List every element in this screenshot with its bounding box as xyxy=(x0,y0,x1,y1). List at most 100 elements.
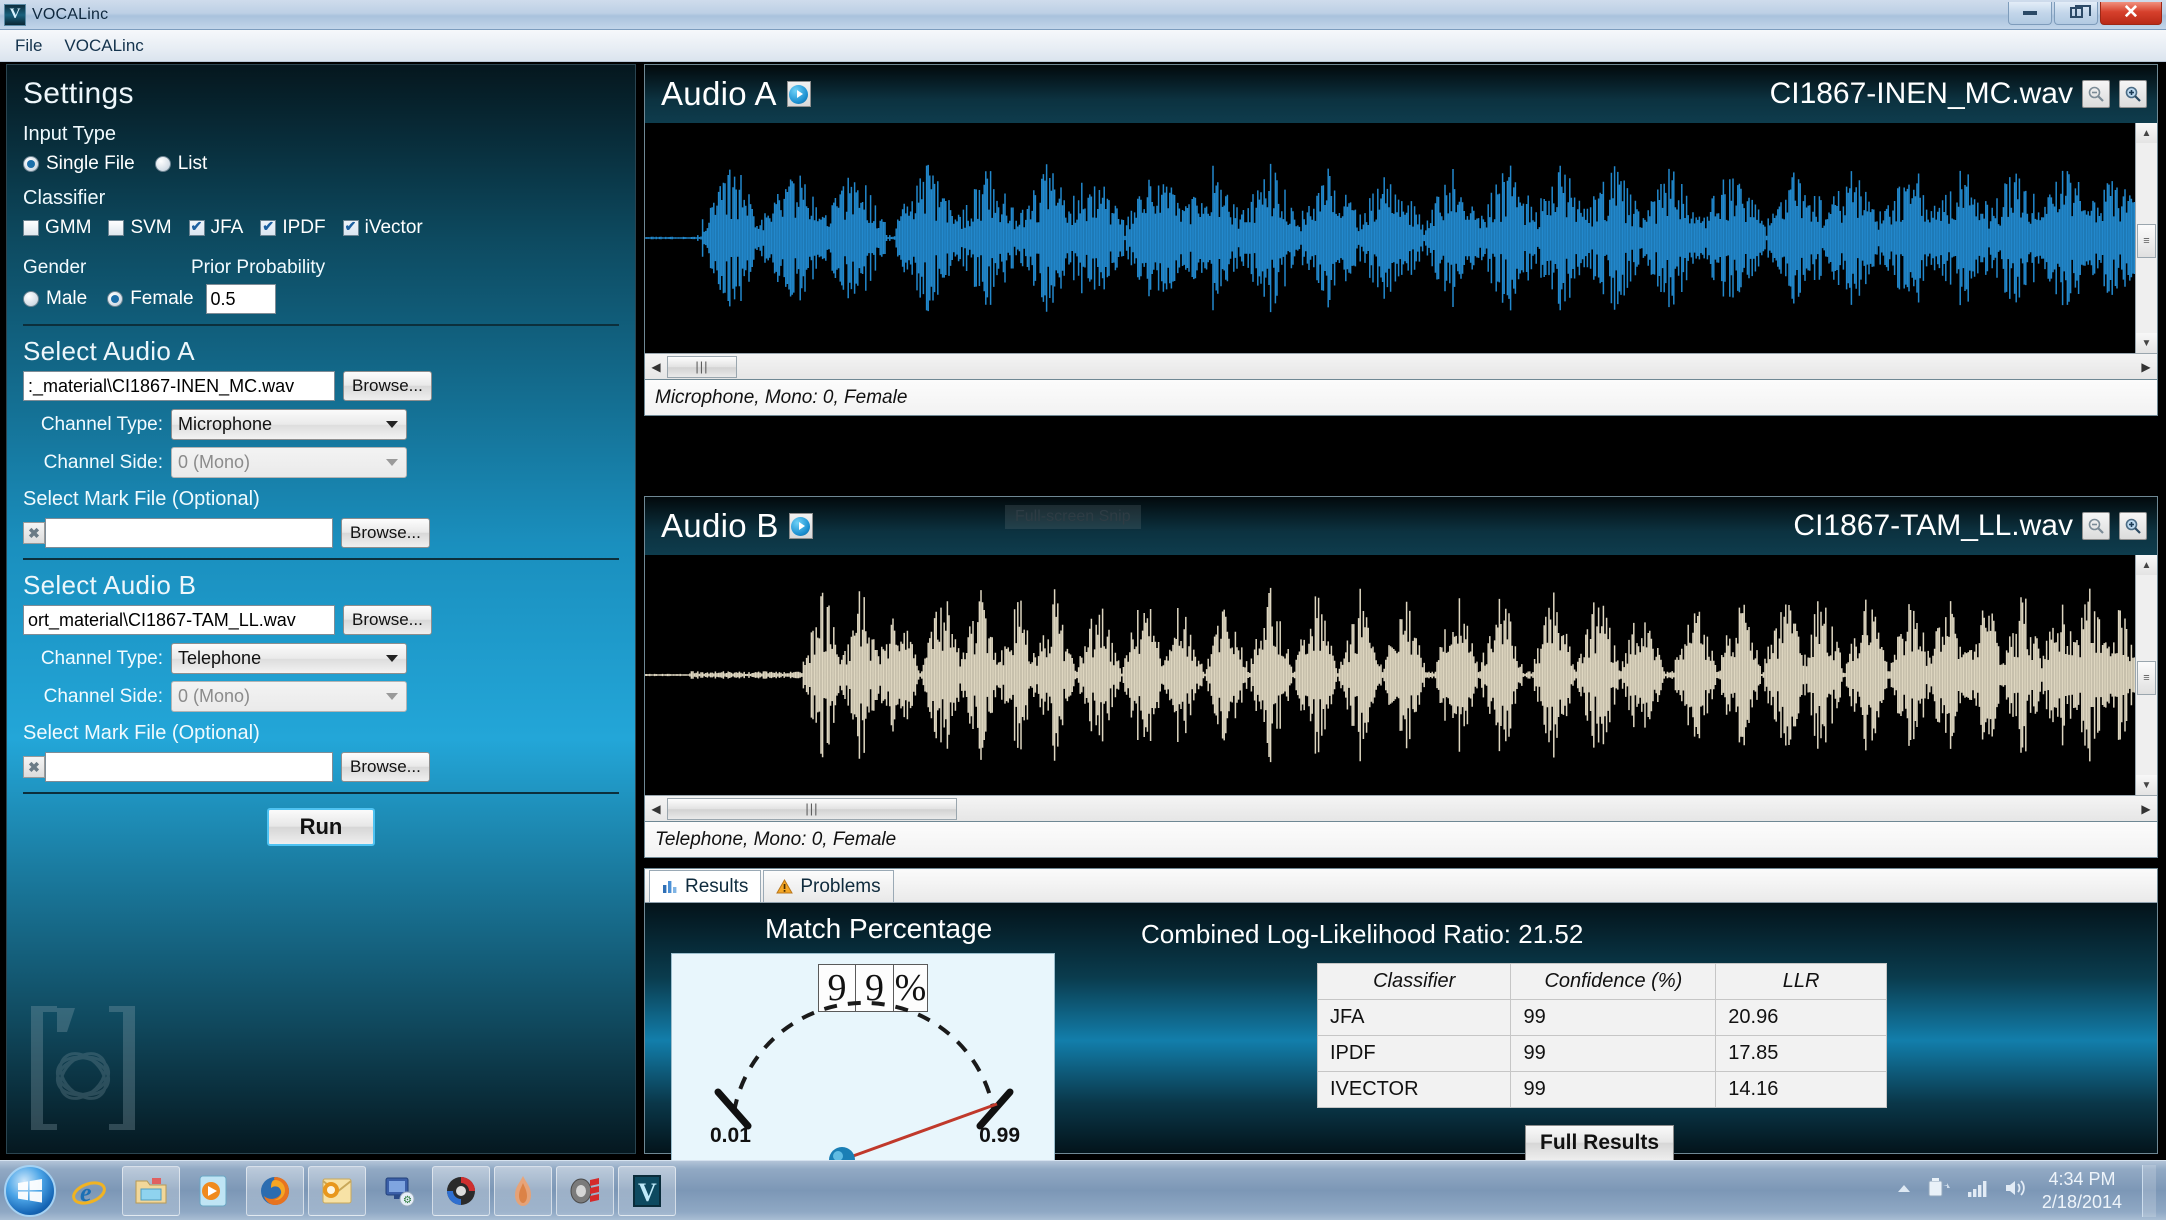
radio-list[interactable] xyxy=(154,156,171,172)
clear-mark-file-b-icon[interactable]: ✖ xyxy=(23,756,45,778)
prior-probability-label: Prior Probability xyxy=(191,257,326,278)
audio-b-channel-type-select[interactable]: Telephone xyxy=(171,643,407,674)
minimize-button[interactable] xyxy=(2008,1,2052,25)
battery-button[interactable] xyxy=(1926,1177,1952,1204)
match-percentage-title: Match Percentage xyxy=(765,913,993,944)
taskbar-app-vocalinc[interactable]: V xyxy=(618,1165,676,1216)
audio-a-mark-browse-button[interactable]: Browse... xyxy=(341,518,430,548)
taskbar-app-flame[interactable] xyxy=(494,1165,552,1216)
scroll-left-icon[interactable]: ◀ xyxy=(645,797,667,821)
zoom-out-icon xyxy=(2088,518,2104,534)
clock[interactable]: 4:34 PM 2/18/2014 xyxy=(2042,1168,2122,1213)
scroll-right-icon[interactable]: ▶ xyxy=(2135,355,2157,379)
volume-button[interactable] xyxy=(2004,1178,2028,1203)
scroll-right-icon[interactable]: ▶ xyxy=(2135,797,2157,821)
close-icon: ✕ xyxy=(2123,2,2139,23)
network-button[interactable] xyxy=(1966,1178,1990,1203)
taskbar-app-outlook[interactable] xyxy=(308,1165,366,1216)
cell-llr: 14.16 xyxy=(1715,1071,1887,1108)
select-audio-b-title: Select Audio B xyxy=(23,570,197,600)
checkbox-gmm[interactable] xyxy=(23,220,39,236)
audio-b-file-row: ort_material\CI1867-TAM_LL.wav Browse... xyxy=(7,605,635,635)
radio-male[interactable] xyxy=(23,291,39,307)
app-icon: V xyxy=(4,3,26,26)
radio-single-file[interactable] xyxy=(23,156,39,172)
audio-b-file-input[interactable]: ort_material\CI1867-TAM_LL.wav xyxy=(23,605,335,635)
chevron-up-icon xyxy=(1897,1184,1910,1192)
audio-b-horizontal-scrollbar[interactable]: ◀ ||| ▶ xyxy=(645,795,2157,821)
show-desktop-button[interactable] xyxy=(2142,1164,2156,1217)
audio-a-browse-button[interactable]: Browse... xyxy=(343,371,432,401)
results-body: Match Percentage 9 9 % 0.01 0.99 Combine… xyxy=(645,903,2157,1169)
chevron-down-icon xyxy=(386,459,398,466)
audio-a-horizontal-scrollbar[interactable]: ◀ ||| ▶ xyxy=(645,353,2157,379)
start-button[interactable] xyxy=(4,1164,56,1217)
audio-b-mark-file-input[interactable] xyxy=(45,752,333,782)
taskbar-app-speaker[interactable] xyxy=(556,1165,614,1216)
audio-b-channel-side-select[interactable]: 0 (Mono) xyxy=(171,681,407,712)
taskbar-app-remote-desktop[interactable]: ⚙ xyxy=(370,1166,428,1216)
audio-b-vertical-scrollbar[interactable]: ▲ ≡ ▼ xyxy=(2135,555,2157,795)
audio-a-waveform[interactable]: ▲ ≡ ▼ xyxy=(645,123,2157,353)
window-title: VOCALinc xyxy=(32,5,109,23)
audio-a-vertical-scrollbar[interactable]: ▲ ≡ ▼ xyxy=(2135,123,2157,353)
scroll-down-icon[interactable]: ▼ xyxy=(2136,333,2157,353)
audio-a-file-input[interactable]: :_material\CI1867-INEN_MC.wav xyxy=(23,371,335,401)
audio-a-vscroll-thumb[interactable]: ≡ xyxy=(2137,224,2156,259)
audio-b-vscroll-thumb[interactable]: ≡ xyxy=(2137,660,2156,695)
taskbar-app-media-player[interactable] xyxy=(184,1166,242,1216)
audio-b-zoom-in-button[interactable] xyxy=(2119,512,2147,540)
tab-problems[interactable]: Problems xyxy=(763,870,894,902)
checkbox-jfa[interactable] xyxy=(188,218,205,236)
prior-probability-input[interactable]: 0.5 xyxy=(205,284,276,314)
cell-confidence: 99 xyxy=(1510,999,1717,1036)
audio-a-channel-type-row: Channel Type: Microphone xyxy=(7,401,635,440)
audio-a-play-button[interactable] xyxy=(786,81,811,107)
audio-a-hscroll-thumb[interactable]: ||| xyxy=(667,355,737,378)
audio-b-channel-type-label: Channel Type: xyxy=(40,647,163,669)
scroll-left-icon[interactable]: ◀ xyxy=(645,355,667,379)
audio-b-waveform[interactable]: ▲ ≡ ▼ xyxy=(645,555,2157,795)
clear-mark-file-a-icon[interactable]: ✖ xyxy=(23,522,45,544)
table-row: JFA 99 20.96 xyxy=(1316,999,1887,1036)
audio-b-zoom-out-button[interactable] xyxy=(2082,512,2110,540)
audio-b-mark-browse-button[interactable]: Browse... xyxy=(341,752,430,782)
taskbar-app-firefox[interactable] xyxy=(246,1165,304,1216)
audio-a-channel-type-select[interactable]: Microphone xyxy=(171,409,407,440)
audio-a-waveform-graphic xyxy=(645,123,2136,353)
audio-a-channel-side-value: 0 (Mono) xyxy=(178,452,251,472)
restore-button[interactable] xyxy=(2054,1,2098,25)
scroll-down-icon[interactable]: ▼ xyxy=(2136,775,2157,795)
menu-item-vocalinc[interactable]: VOCALinc xyxy=(55,33,152,59)
menu-item-file[interactable]: File xyxy=(6,33,51,59)
audio-b-hscroll-thumb[interactable]: ||| xyxy=(667,797,957,820)
run-button[interactable]: Run xyxy=(267,808,375,846)
audio-b-waveform-graphic xyxy=(645,555,2136,795)
audio-b-browse-button[interactable]: Browse... xyxy=(343,605,432,635)
cell-confidence: 99 xyxy=(1510,1035,1717,1072)
audio-b-play-button[interactable] xyxy=(788,513,813,539)
gender-prior-labels: Gender Prior Probability xyxy=(7,239,635,279)
checkbox-jfa-label: JFA xyxy=(210,217,244,238)
scroll-up-icon[interactable]: ▲ xyxy=(2136,555,2157,575)
checkbox-ivector[interactable] xyxy=(342,218,359,236)
scroll-up-icon[interactable]: ▲ xyxy=(2136,123,2157,143)
audio-a-zoom-in-button[interactable] xyxy=(2119,80,2147,108)
taskbar-app-file-explorer[interactable] xyxy=(122,1165,180,1216)
show-hidden-icons-button[interactable] xyxy=(1896,1182,1912,1200)
cell-llr: 17.85 xyxy=(1715,1035,1887,1072)
checkbox-svm[interactable] xyxy=(108,220,125,236)
audio-a-channel-side-select[interactable]: 0 (Mono) xyxy=(171,447,407,478)
full-results-button[interactable]: Full Results xyxy=(1525,1125,1675,1161)
vocalinc-logo-watermark xyxy=(23,998,143,1143)
audio-a-mark-file-input[interactable] xyxy=(45,518,333,548)
taskbar-app-internet-explorer[interactable]: e xyxy=(60,1166,118,1216)
taskbar-app-disc-burner[interactable] xyxy=(432,1165,490,1216)
checkbox-ipdf[interactable] xyxy=(260,218,277,236)
tab-results[interactable]: Results xyxy=(649,870,762,902)
audio-a-channel-type-value: Microphone xyxy=(178,414,273,434)
close-button[interactable]: ✕ xyxy=(2100,1,2162,25)
audio-a-zoom-out-button[interactable] xyxy=(2082,80,2110,108)
radio-female[interactable] xyxy=(107,291,124,307)
checkbox-gmm-label: GMM xyxy=(45,217,92,238)
